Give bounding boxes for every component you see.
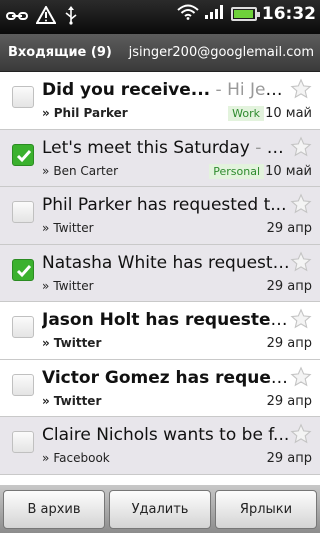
message-checkbox[interactable] — [12, 316, 34, 338]
message-checkbox[interactable] — [12, 86, 34, 108]
message-date: 10 май — [265, 163, 312, 179]
check-icon — [16, 263, 32, 283]
message-subject-line: Let's meet this Saturday - Hi J... — [42, 138, 292, 158]
message-subject: Jason Holt has requested ... — [42, 310, 292, 330]
message-checkbox[interactable] — [12, 431, 34, 453]
message-subject: Phil Parker has requested t... — [42, 195, 287, 215]
message-checkbox[interactable] — [12, 373, 34, 396]
message-sender: Twitter — [53, 278, 94, 293]
star-icon[interactable] — [290, 78, 312, 104]
star-icon[interactable] — [290, 423, 312, 449]
sender-arrows-icon: » — [42, 221, 50, 235]
message-sender: Twitter — [53, 336, 102, 350]
message-subject: Natasha White has requeste... — [42, 252, 292, 273]
sender-arrows-icon: » — [42, 163, 50, 178]
clock: 16:32 — [261, 4, 316, 24]
check-icon — [16, 148, 32, 168]
message-row[interactable]: Victor Gomez has request... » Twitter 29 … — [0, 359, 320, 417]
warning-icon — [35, 4, 57, 28]
sender-arrows-icon: » — [42, 278, 50, 293]
message-row[interactable]: Let's meet this Saturday - Hi J... »Ben … — [0, 129, 320, 187]
message-subject: Claire Nichols wants to be f... — [42, 425, 290, 445]
message-date: 29 апр — [266, 393, 312, 409]
star-icon[interactable] — [290, 193, 312, 219]
message-subject-line: Victor Gomez has request... — [42, 368, 292, 388]
message-sender: Twitter — [53, 393, 102, 408]
bottom-action-bar: В архив Удалить Ярлыки — [0, 485, 320, 533]
message-subject-line: Claire Nichols wants to be f... — [42, 425, 292, 445]
message-checkbox[interactable] — [12, 143, 34, 168]
message-subject-line: Jason Holt has requested ... — [42, 310, 292, 330]
message-subject-line: Natasha White has requeste... — [42, 253, 292, 273]
message-checkbox[interactable] — [12, 258, 34, 283]
labels-button[interactable]: Ярлыки — [215, 490, 317, 529]
message-sender: Twitter — [53, 221, 94, 235]
message-date: 29 апр — [266, 278, 312, 294]
star-icon[interactable] — [290, 250, 312, 277]
sender-arrows-icon: » — [42, 451, 50, 465]
message-row[interactable]: Jason Holt has requested ... » Twitter 29… — [0, 302, 320, 360]
message-checkbox[interactable] — [12, 201, 34, 223]
message-sender-line: » Ben Carter — [42, 164, 118, 178]
signal-icon — [204, 4, 226, 24]
message-date: 10 май — [265, 106, 312, 121]
usb-link-icon — [6, 8, 28, 27]
message-row[interactable]: Did you receive... - Hi Jenn, ... »Phil … — [0, 72, 320, 130]
wifi-icon — [177, 4, 199, 24]
sender-arrows-icon: » — [42, 106, 50, 120]
message-snippet: - Hi Jenn, ... — [215, 80, 292, 100]
message-sender-line: » Twitter — [42, 336, 101, 350]
battery-icon — [230, 7, 260, 21]
message-sender-line: » Twitter — [42, 221, 94, 235]
message-subject-line: Phil Parker has requested t... — [42, 195, 292, 215]
inbox-header: Входящие (9) jsinger200@googlemail.com — [0, 34, 320, 72]
message-subject: Let's meet this Saturday — [42, 137, 250, 158]
archive-button[interactable]: В архив — [3, 490, 105, 529]
message-sender-line: » Twitter — [42, 394, 101, 408]
account-email: jsinger200@googlemail.com — [128, 45, 314, 60]
usb-icon — [64, 5, 78, 29]
message-row[interactable]: Natasha White has requeste... » Twitter 2… — [0, 244, 320, 302]
message-subject-line: Did you receive... - Hi Jenn, ... — [42, 80, 292, 100]
message-date: 29 апр — [266, 221, 312, 236]
delete-button[interactable]: Удалить — [109, 490, 211, 529]
message-sender: Facebook — [53, 451, 110, 465]
message-subject: Victor Gomez has request... — [42, 367, 292, 388]
message-label: Personal — [209, 163, 264, 179]
star-icon[interactable] — [290, 365, 312, 392]
message-sender-line: » Facebook — [42, 451, 110, 465]
message-subject: Did you receive... — [42, 80, 211, 100]
inbox-title[interactable]: Входящие (9) — [8, 45, 112, 60]
sender-arrows-icon: » — [42, 393, 50, 408]
message-label: Work — [228, 106, 264, 121]
message-row[interactable]: Phil Parker has requested t... » Twitter … — [0, 187, 320, 245]
message-row[interactable]: Claire Nichols wants to be f... » Faceboo… — [0, 417, 320, 475]
message-date: 29 апр — [266, 451, 312, 466]
star-icon[interactable] — [290, 308, 312, 334]
star-icon[interactable] — [290, 135, 312, 162]
message-sender-line: » Twitter — [42, 279, 94, 293]
sender-arrows-icon: » — [42, 336, 50, 350]
status-bar: 16:32 — [0, 0, 320, 34]
message-sender: Ben Carter — [53, 163, 119, 178]
message-sender: Phil Parker — [53, 106, 128, 120]
message-list: Did you receive... - Hi Jenn, ... »Phil … — [0, 72, 320, 485]
message-date: 29 апр — [266, 336, 312, 351]
message-snippet: - Hi J... — [255, 137, 292, 158]
message-sender-line: » Phil Parker — [42, 106, 128, 120]
